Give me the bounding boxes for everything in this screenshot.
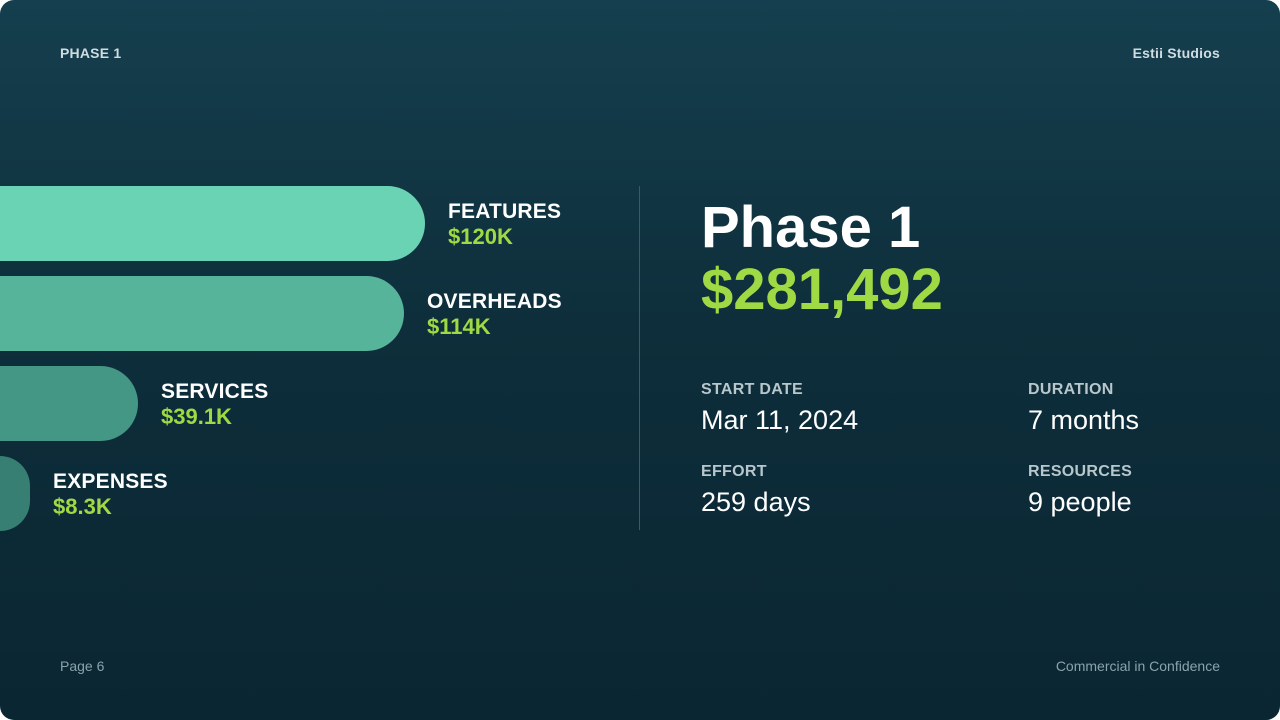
company-name: Estii Studios [1132,45,1220,61]
bar-overheads [0,276,404,351]
category-label: OVERHEADS [427,290,562,313]
stat-label: EFFORT [701,463,767,480]
stat-duration: DURATION 7 months [1028,381,1139,436]
category-label: FEATURES [448,200,562,223]
cost-bar-chart: FEATURES $120K OVERHEADS $114K SERVICES $39.1… [0,0,640,720]
bar-label-features: FEATURES $120K [448,201,561,248]
bar-label-overheads: OVERHEADS $114K [427,291,562,338]
stat-resources: RESOURCES 9 people [1028,463,1132,518]
value-label: $114K [427,314,491,339]
category-label: EXPENSES [53,470,168,493]
divider [639,186,640,530]
stat-label: DURATION [1028,381,1114,398]
bar-features [0,186,425,261]
confidentiality-note: Commercial in Confidence [1055,658,1220,674]
stat-value: 7 months [1028,405,1140,435]
bar-label-expenses: EXPENSES $8.3K [53,471,168,518]
stat-value: Mar 11, 2024 [701,405,859,435]
value-label: $8.3K [53,494,112,519]
category-label: SERVICES [161,380,269,403]
stat-value: 259 days [701,487,811,517]
bar-expenses [0,456,30,531]
value-label: $39.1K [161,404,232,429]
phase-total: $281,492 [701,257,943,322]
stat-start-date: START DATE Mar 11, 2024 [701,381,858,436]
stat-label: RESOURCES [1028,463,1133,480]
stat-label: START DATE [701,381,803,398]
phase-title: Phase 1 [701,195,921,260]
bar-label-services: SERVICES $39.1K [161,381,268,428]
page-number: Page 6 [60,658,105,674]
stat-value: 9 people [1028,487,1132,517]
bar-services [0,366,138,441]
value-label: $120K [448,224,513,249]
slide: PHASE 1 Estii Studios FEATURES $120K OVERH… [0,0,1280,720]
stat-effort: EFFORT 259 days [701,463,811,518]
